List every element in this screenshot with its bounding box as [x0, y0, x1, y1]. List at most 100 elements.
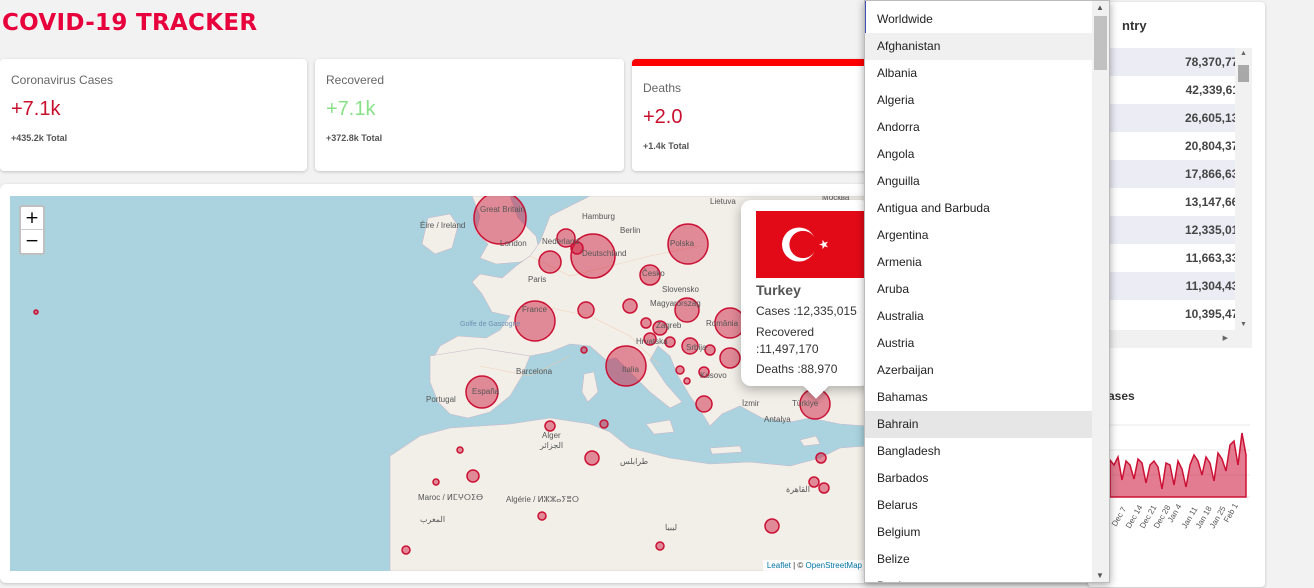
- cases-label: Coronavirus Cases: [11, 73, 114, 87]
- option-belgium[interactable]: Belgium: [865, 519, 1093, 546]
- map-label-portugal: Portugal: [426, 395, 456, 404]
- attribution-separator: | ©: [790, 561, 806, 570]
- option-albania[interactable]: Albania: [865, 60, 1093, 87]
- popup-deaths: Deaths :88,970: [756, 362, 838, 376]
- cases-line-chart[interactable]: Dec 7 Dec 14 Dec 21 Dec 28 Jan 4 Jan 11 …: [1100, 405, 1250, 545]
- deaths-card[interactable]: Deaths +2.0 +1.4k Total: [632, 59, 872, 171]
- option-bahrain[interactable]: Bahrain: [865, 411, 1093, 438]
- option-barbados[interactable]: Barbados: [865, 465, 1093, 492]
- table-row: 10,395,471: [1184, 307, 1245, 321]
- table-row: 42,339,611: [1185, 83, 1245, 97]
- map-label-poland: Polska: [670, 239, 695, 248]
- scroll-right-icon[interactable]: ▶: [1223, 334, 1228, 342]
- option-andorra[interactable]: Andorra: [865, 114, 1093, 141]
- table-horizontal-scrollbar[interactable]: ▶: [1108, 330, 1252, 348]
- zoom-in-button[interactable]: +: [21, 207, 43, 230]
- recovered-card[interactable]: Recovered +7.1k +372.8k Total: [315, 59, 624, 171]
- map-label-turkey: Türkiye: [792, 399, 819, 408]
- table-row: 13,147,666: [1184, 195, 1245, 209]
- table-row: 20,804,372: [1184, 139, 1245, 153]
- option-belize[interactable]: Belize: [865, 546, 1093, 573]
- table-vertical-scrollbar[interactable]: ▲ ▼: [1235, 48, 1252, 330]
- scrollbar-thumb[interactable]: [1094, 16, 1107, 70]
- map-tiles: Éire / Ireland Great Britain London Hamb…: [33, 196, 866, 571]
- map-label-hamburg: Hamburg: [582, 212, 615, 221]
- chart-title: ases: [1108, 389, 1135, 403]
- recovered-total: +372.8k Total: [326, 133, 383, 143]
- deaths-total: +1.4k Total: [643, 141, 690, 151]
- map-label-france: France: [522, 305, 547, 314]
- map-label-hungary: Magyarország: [650, 299, 701, 308]
- option-aruba[interactable]: Aruba: [865, 276, 1093, 303]
- map-label-italy: Italia: [622, 365, 639, 374]
- option-antigua-and-barbuda[interactable]: Antigua and Barbuda: [865, 195, 1093, 222]
- option-belarus[interactable]: Belarus: [865, 492, 1093, 519]
- right-panel-title: ntry: [1122, 18, 1147, 33]
- map-label-izmir: İzmir: [742, 399, 760, 408]
- osm-link[interactable]: OpenStreetMap: [806, 561, 862, 570]
- map-label-tripoli: طرابلس: [620, 457, 648, 466]
- option-bahamas[interactable]: Bahamas: [865, 384, 1093, 411]
- country-popup: Turkey Cases :12,335,015 Recovered :11,4…: [741, 200, 871, 399]
- option-azerbaijan[interactable]: Azerbaijan: [865, 357, 1093, 384]
- popup-cases: Cases :12,335,015: [756, 304, 857, 318]
- zoom-control: + −: [19, 205, 45, 255]
- map-label-antalya: Antalya: [764, 415, 791, 424]
- table-row: 11,663,338: [1185, 251, 1245, 265]
- cases-card[interactable]: Coronavirus Cases +7.1k +435.2k Total: [0, 59, 307, 171]
- map-label-morocco-ar: المغرب: [420, 515, 445, 524]
- option-bangladesh[interactable]: Bangladesh: [865, 438, 1093, 465]
- map-label-slovakia: Slovensko: [662, 285, 699, 294]
- map-label-cairo: القاهرة: [786, 485, 810, 494]
- table-row: 12,335,015: [1108, 216, 1251, 244]
- map-attribution: Leaflet | © OpenStreetMap: [762, 560, 866, 571]
- cases-value: +7.1k: [11, 98, 61, 120]
- popup-recovered-value: :11,497,170: [756, 342, 819, 356]
- leaflet-link[interactable]: Leaflet: [767, 561, 791, 570]
- map-label-london: London: [500, 239, 527, 248]
- map-label-serbia: Srbija: [686, 343, 707, 352]
- option-austria[interactable]: Austria: [865, 330, 1093, 357]
- dropdown-scrollbar[interactable]: ▲ ▼: [1092, 1, 1109, 582]
- map-label-romania: România: [706, 319, 739, 328]
- cases-total: +435.2k Total: [11, 133, 68, 143]
- option-anguilla[interactable]: Anguilla: [865, 168, 1093, 195]
- map-label-ireland: Éire / Ireland: [420, 221, 465, 230]
- scroll-up-icon[interactable]: ▲: [1240, 50, 1247, 57]
- option-algeria[interactable]: Algeria: [865, 87, 1093, 114]
- scroll-down-icon[interactable]: ▼: [1240, 321, 1247, 328]
- scroll-down-icon[interactable]: ▼: [1096, 571, 1104, 580]
- selected-card-indicator: [632, 59, 872, 66]
- option-benin[interactable]: Benin: [865, 573, 1093, 582]
- turkey-flag: [756, 211, 871, 278]
- map-label-kosovo: Kosovo: [700, 371, 727, 380]
- country-dropdown-menu[interactable]: Worldwide Afghanistan Albania Algeria An…: [864, 0, 1110, 583]
- map-label-libya: ليبيا: [665, 523, 677, 532]
- country-cases-table[interactable]: 78,370,774 42,339,611 26,605,137 20,804,…: [1108, 48, 1251, 330]
- option-armenia[interactable]: Armenia: [865, 249, 1093, 276]
- deaths-label: Deaths: [643, 81, 682, 95]
- scroll-up-icon[interactable]: ▲: [1096, 3, 1104, 12]
- covid-tracker-app: COVID-19 TRACKER Coronavirus Cases +7.1k…: [0, 0, 1314, 588]
- table-row: 78,370,774: [1108, 48, 1251, 76]
- map-label-netherlands: Nederland: [542, 237, 579, 246]
- option-argentina[interactable]: Argentina: [865, 222, 1093, 249]
- map-label-croatia: Hrvatska: [636, 337, 668, 346]
- zoom-out-button[interactable]: −: [21, 230, 43, 253]
- map-label-morocco: Maroc / ⵍⵎⵖⵔⵉⴱ: [418, 493, 483, 502]
- map-label-zagreb: Zagreb: [656, 321, 682, 330]
- option-afghanistan[interactable]: Afghanistan: [865, 33, 1093, 60]
- map-label-great-britain: Great Britain: [480, 205, 525, 214]
- option-australia[interactable]: Australia: [865, 303, 1093, 330]
- scrollbar-thumb[interactable]: [1238, 65, 1249, 82]
- map-label-paris: Paris: [528, 275, 546, 284]
- chart-tick-label: Jan 4: [1166, 502, 1184, 524]
- app-title: COVID-19 TRACKER: [2, 10, 258, 36]
- map-label-alger: Alger: [542, 431, 561, 440]
- map-label-bay-of-biscay: Golfe de Gascogne: [460, 321, 520, 328]
- world-map[interactable]: Éire / Ireland Great Britain London Hamb…: [10, 196, 866, 571]
- popup-recovered-label: Recovered: [756, 325, 815, 339]
- deaths-value: +2.0: [643, 106, 683, 128]
- option-angola[interactable]: Angola: [865, 141, 1093, 168]
- option-worldwide[interactable]: Worldwide: [865, 6, 1093, 33]
